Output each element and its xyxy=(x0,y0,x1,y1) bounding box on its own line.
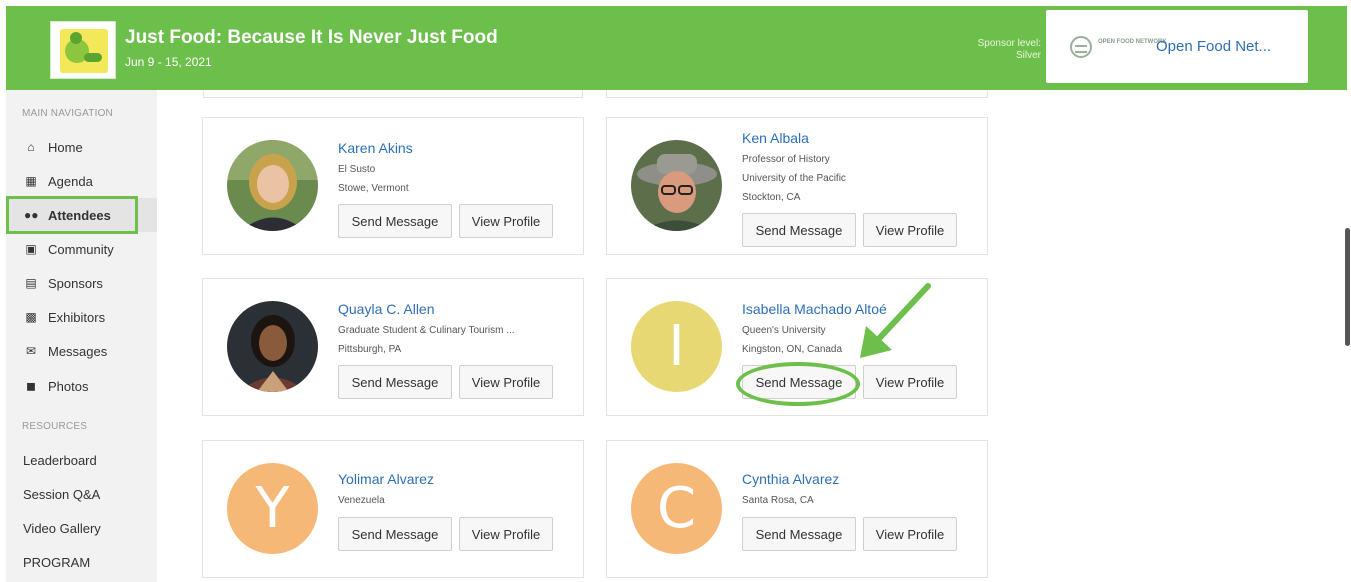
resources-heading: RESOURCES xyxy=(22,421,88,432)
sidebar-item-community[interactable]: ▣ Community xyxy=(6,232,157,266)
resource-program[interactable]: PROGRAM xyxy=(23,555,90,570)
resource-video-gallery[interactable]: Video Gallery xyxy=(23,521,101,536)
building-icon: ▤ xyxy=(25,276,37,290)
camera-icon: ◼ xyxy=(26,379,36,393)
sidebar-item-photos[interactable]: ◼ Photos xyxy=(6,369,157,403)
attendee-card: Ken Albala Professor of History Universi… xyxy=(606,117,988,255)
avatar-letter: Y xyxy=(255,476,290,541)
attendee-detail: Graduate Student & Culinary Tourism ... xyxy=(338,325,515,336)
annotation-arrow-icon xyxy=(860,283,931,358)
avatar-letter: C xyxy=(656,476,697,541)
attendee-detail: Santa Rosa, CA xyxy=(742,495,814,506)
sidebar-item-label: Community xyxy=(48,241,114,257)
attendee-detail: El Susto xyxy=(338,164,376,175)
sponsor-level-value: Silver xyxy=(1015,50,1041,61)
open-food-network-logo-icon xyxy=(1070,36,1092,58)
view-profile-button[interactable]: View Profile xyxy=(459,365,553,399)
event-header: Just Food: Because It Is Never Just Food… xyxy=(6,6,1347,90)
sidebar-item-messages[interactable]: ✉ Messages xyxy=(6,334,157,368)
event-logo[interactable] xyxy=(50,21,116,79)
attendee-detail: Professor of History xyxy=(742,154,830,165)
attendee-photo xyxy=(227,140,318,231)
attendee-card: C Cynthia Alvarez Santa Rosa, CA Send Me… xyxy=(606,440,988,578)
send-message-button[interactable]: Send Message xyxy=(338,517,452,551)
attendee-detail: Pittsburgh, PA xyxy=(338,344,402,355)
attendee-photo xyxy=(227,301,318,392)
send-message-button[interactable]: Send Message xyxy=(742,213,856,247)
envelope-icon: ✉ xyxy=(25,344,37,358)
attendee-detail: Queen's University xyxy=(742,325,826,336)
send-message-button[interactable]: Send Message xyxy=(338,204,452,238)
event-title: Just Food: Because It Is Never Just Food xyxy=(125,27,498,48)
sidebar-item-label: Home xyxy=(48,139,83,155)
attendee-detail: Stockton, CA xyxy=(742,192,801,203)
sidebar-item-sponsors[interactable]: ▤ Sponsors xyxy=(6,266,157,300)
resource-session-qa[interactable]: Session Q&A xyxy=(23,487,100,502)
sidebar-item-label: Photos xyxy=(48,378,89,394)
attendee-detail: Kingston, ON, Canada xyxy=(742,344,843,355)
logo-shape xyxy=(84,53,102,62)
sidebar-item-exhibitors[interactable]: ▩ Exhibitors xyxy=(6,300,157,334)
attendee-card: Quayla C. Allen Graduate Student & Culin… xyxy=(202,278,584,416)
sidebar-item-label: Agenda xyxy=(48,173,93,189)
send-message-button[interactable]: Send Message xyxy=(742,517,856,551)
sponsor-name-link[interactable]: Open Food Net... xyxy=(1156,38,1271,55)
attendee-avatar[interactable]: Y xyxy=(227,463,318,554)
attendee-avatar[interactable]: I xyxy=(631,301,722,392)
sponsor-level-label: Sponsor level: xyxy=(977,38,1041,49)
attendee-detail: University of the Pacific xyxy=(742,173,846,184)
attendee-name[interactable]: Karen Akins xyxy=(338,140,413,156)
attendee-detail: Venezuela xyxy=(338,495,385,506)
sponsor-level: Sponsor level: Silver xyxy=(978,38,1041,62)
sponsor-card[interactable]: OPEN FOOD NETWORK Open Food Net... xyxy=(1046,10,1308,83)
sidebar-item-label: Messages xyxy=(48,343,108,359)
home-icon: ⌂ xyxy=(27,140,35,154)
sidebar-item-agenda[interactable]: ▦ Agenda xyxy=(6,164,157,198)
avatar-letter: I xyxy=(668,314,685,379)
resource-leaderboard[interactable]: Leaderboard xyxy=(23,453,97,468)
view-profile-button[interactable]: View Profile xyxy=(459,204,553,238)
attendee-photo xyxy=(631,140,722,231)
attendee-avatar[interactable]: C xyxy=(631,463,722,554)
send-message-button[interactable]: Send Message xyxy=(338,365,452,399)
view-profile-button[interactable]: View Profile xyxy=(459,517,553,551)
view-profile-button[interactable]: View Profile xyxy=(863,213,957,247)
event-dates: Jun 9 - 15, 2021 xyxy=(125,55,212,69)
card-stub xyxy=(203,90,583,98)
attendee-avatar[interactable] xyxy=(631,140,722,231)
view-profile-button[interactable]: View Profile xyxy=(863,517,957,551)
sidebar-item-home[interactable]: ⌂ Home xyxy=(6,130,157,164)
sidebar-item-label: Sponsors xyxy=(48,275,103,291)
attendee-card: Y Yolimar Alvarez Venezuela Send Message… xyxy=(202,440,584,578)
attendee-name[interactable]: Ken Albala xyxy=(742,130,809,146)
main-navigation-heading: MAIN NAVIGATION xyxy=(22,108,113,119)
sidebar-item-label: Exhibitors xyxy=(48,309,106,325)
attendee-avatar[interactable] xyxy=(227,301,318,392)
calendar-icon: ▦ xyxy=(25,174,37,188)
attendee-name[interactable]: Cynthia Alvarez xyxy=(742,471,839,487)
attendee-detail: Stowe, Vermont xyxy=(338,183,409,194)
attendee-card: Karen Akins El Susto Stowe, Vermont Send… xyxy=(202,117,584,255)
attendee-name[interactable]: Quayla C. Allen xyxy=(338,301,435,317)
page-scrollbar[interactable] xyxy=(1345,228,1350,346)
attendees-highlight-box xyxy=(6,196,138,234)
card-stub xyxy=(606,90,988,98)
comments-icon: ▣ xyxy=(25,242,37,256)
attendee-name[interactable]: Yolimar Alvarez xyxy=(338,471,434,487)
sidebar: MAIN NAVIGATION ⌂ Home ▦ Agenda ●● Atten… xyxy=(6,90,157,582)
booth-icon: ▩ xyxy=(25,310,37,324)
logo-shape xyxy=(70,32,82,44)
attendee-avatar[interactable] xyxy=(227,140,318,231)
view-profile-button[interactable]: View Profile xyxy=(863,365,957,399)
